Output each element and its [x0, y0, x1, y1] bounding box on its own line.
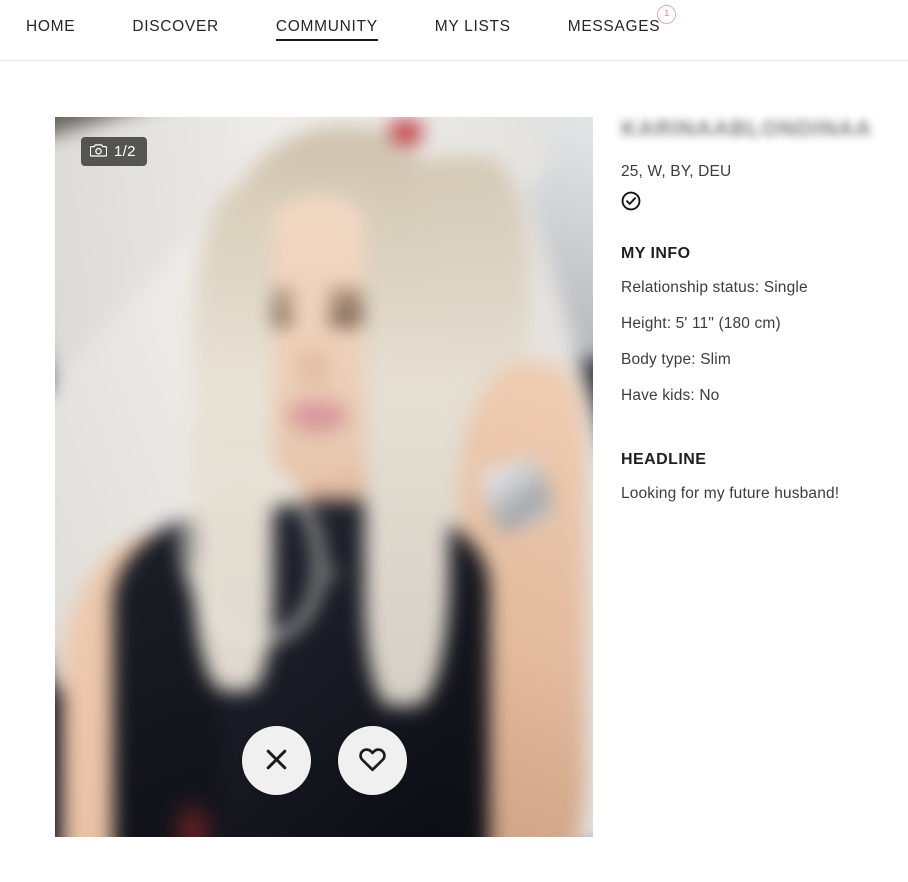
nav-item-discover-label: DISCOVER: [132, 17, 219, 35]
photo-counter-badge: 1/2: [81, 137, 147, 166]
heart-icon: [358, 746, 387, 776]
nav-item-my-lists-label: MY LISTS: [434, 17, 511, 35]
info-height: Height: 5' 11" (180 cm): [621, 315, 781, 333]
photo-counter-label: 1/2: [114, 143, 136, 160]
info-have-kids: Have kids: No: [621, 387, 720, 405]
pass-button[interactable]: [241, 726, 311, 795]
camera-icon: [89, 143, 108, 160]
nav-item-community-label: COMMUNITY: [275, 17, 378, 35]
profile-page: 1/2 KARINAABLONDINAA 25, W, BY, DEU MY I…: [0, 61, 908, 882]
nav-item-my-lists[interactable]: MY LISTS: [435, 19, 511, 42]
headline-body: Looking for my future husband!: [621, 485, 840, 503]
verified-check-icon: [621, 191, 901, 211]
nav-item-messages-label: MESSAGES: [567, 17, 661, 35]
nav-item-community[interactable]: COMMUNITY: [275, 17, 378, 42]
headline-heading: HEADLINE: [621, 451, 707, 469]
like-button[interactable]: [337, 726, 407, 795]
close-x-icon: [263, 746, 290, 776]
nav-item-discover[interactable]: DISCOVER: [132, 19, 219, 42]
nav-item-messages[interactable]: MESSAGES 1: [567, 4, 677, 42]
my-info-section: MY INFO Relationship status: Single Heig…: [621, 245, 901, 405]
profile-username: KARINAABLONDINAA: [621, 116, 873, 141]
profile-info-panel: KARINAABLONDINAA 25, W, BY, DEU MY INFO …: [621, 116, 901, 503]
headline-section: HEADLINE Looking for my future husband!: [621, 451, 901, 503]
top-navigation-bar: HOME DISCOVER COMMUNITY MY LISTS MESSAGE…: [0, 0, 908, 61]
info-relationship-status: Relationship status: Single: [621, 279, 808, 297]
nav-item-home[interactable]: HOME: [26, 19, 75, 42]
profile-photo-panel[interactable]: 1/2: [55, 117, 593, 837]
photo-action-buttons: [55, 726, 593, 795]
info-body-type: Body type: Slim: [621, 351, 731, 369]
my-info-heading: MY INFO: [621, 245, 691, 263]
main-nav: HOME DISCOVER COMMUNITY MY LISTS MESSAGE…: [26, 0, 677, 60]
messages-unread-badge: 1: [657, 4, 677, 24]
profile-basics: 25, W, BY, DEU: [621, 163, 732, 181]
nav-item-home-label: HOME: [26, 17, 76, 35]
